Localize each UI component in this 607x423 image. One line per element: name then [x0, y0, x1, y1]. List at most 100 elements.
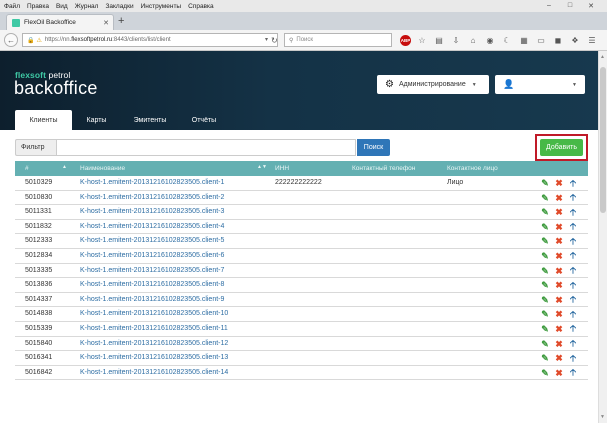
client-name-link[interactable]: K-host-1.emitent-20131216102823505.clien… — [80, 354, 228, 361]
sync-icon[interactable]: ☾ — [499, 34, 515, 47]
menu-bookmarks[interactable]: Закладки — [105, 3, 133, 10]
arrow-up-icon[interactable]: 🡡 — [566, 367, 580, 379]
edit-icon[interactable]: ✎ — [538, 193, 552, 204]
edit-icon[interactable]: ✎ — [538, 295, 552, 306]
tab-cards[interactable]: Карты — [72, 110, 121, 130]
url-dropdown-icon[interactable]: ▾ — [265, 36, 268, 43]
edit-icon[interactable]: ✎ — [538, 368, 552, 379]
tab-close-icon[interactable]: ✕ — [103, 19, 109, 27]
scroll-up-icon[interactable]: ▲ — [600, 54, 605, 60]
arrow-up-icon[interactable]: 🡡 — [566, 207, 580, 218]
delete-icon[interactable]: ✖ — [552, 368, 566, 379]
delete-icon[interactable]: ✖ — [552, 236, 566, 247]
scroll-down-icon[interactable]: ▼ — [600, 414, 605, 420]
page-scrollbar[interactable]: ▲ ▼ — [598, 51, 607, 423]
column-header-phone[interactable]: Контактный телефон — [352, 165, 415, 172]
delete-icon[interactable]: ✖ — [552, 295, 566, 306]
delete-icon[interactable]: ✖ — [552, 222, 566, 233]
arrow-up-icon[interactable]: 🡡 — [566, 250, 580, 262]
new-tab-icon[interactable]: + — [118, 15, 124, 28]
tabs-icon[interactable]: ▦ — [516, 34, 532, 47]
client-name-link[interactable]: K-host-1.emitent-20131216102823505.clien… — [80, 237, 224, 244]
edit-icon[interactable]: ✎ — [538, 280, 552, 291]
client-name-link[interactable]: K-host-1.emitent-20131216102823505.clien… — [80, 223, 224, 230]
client-name-link[interactable]: K-host-1.emitent-20131216102823505.clien… — [80, 310, 228, 317]
menu-history[interactable]: Журнал — [75, 3, 99, 10]
client-name-link[interactable]: K-host-1.emitent-20131216102823505.clien… — [80, 281, 224, 288]
delete-icon[interactable]: ✖ — [552, 251, 566, 262]
reading-list-icon[interactable]: ▤ — [431, 34, 447, 47]
screenshot-icon[interactable]: ▭ — [533, 34, 549, 47]
search-button[interactable]: Поиск — [357, 139, 390, 156]
arrow-up-icon[interactable]: 🡡 — [566, 236, 580, 247]
pocket-icon[interactable]: ◉ — [482, 34, 498, 47]
delete-icon[interactable]: ✖ — [552, 266, 566, 277]
addon-icon[interactable]: ◼ — [550, 34, 566, 47]
tab-reports[interactable]: Отчёты — [179, 110, 229, 130]
menu-edit[interactable]: Правка — [27, 3, 49, 10]
arrow-up-icon[interactable]: 🡡 — [566, 323, 580, 335]
delete-icon[interactable]: ✖ — [552, 193, 566, 204]
column-header-inn[interactable]: ИНН — [275, 165, 289, 172]
menu-file[interactable]: Файл — [4, 3, 20, 10]
edit-icon[interactable]: ✎ — [538, 324, 552, 335]
arrow-up-icon[interactable]: 🡡 — [566, 192, 580, 204]
scrollbar-thumb[interactable] — [600, 67, 606, 213]
column-header-id[interactable]: # — [25, 165, 29, 172]
back-icon[interactable]: ← — [4, 33, 18, 47]
delete-icon[interactable]: ✖ — [552, 309, 566, 320]
arrow-up-icon[interactable]: 🡡 — [566, 294, 580, 306]
home-icon[interactable]: ⌂ — [465, 34, 481, 47]
client-name-link[interactable]: K-host-1.emitent-20131216102823505.clien… — [80, 325, 228, 332]
minimize-icon[interactable]: – — [542, 0, 556, 11]
menu-view[interactable]: Вид — [56, 3, 68, 10]
arrow-up-icon[interactable]: 🡡 — [566, 338, 580, 350]
user-dropdown-button[interactable]: 👤 ▼ — [495, 75, 585, 94]
filter-input[interactable] — [56, 139, 356, 156]
arrow-up-icon[interactable]: 🡡 — [566, 265, 580, 277]
edit-icon[interactable]: ✎ — [538, 178, 552, 189]
edit-icon[interactable]: ✎ — [538, 236, 552, 247]
delete-icon[interactable]: ✖ — [552, 178, 566, 189]
edit-icon[interactable]: ✎ — [538, 309, 552, 320]
tab-emitents[interactable]: Эмитенты — [121, 110, 179, 130]
arrow-up-icon[interactable]: 🡡 — [566, 178, 580, 189]
adblock-icon[interactable]: ABP — [400, 35, 411, 46]
delete-icon[interactable]: ✖ — [552, 339, 566, 350]
edit-icon[interactable]: ✎ — [538, 339, 552, 350]
hamburger-menu-icon[interactable]: ☰ — [584, 34, 600, 47]
client-name-link[interactable]: K-host-1.emitent-20131216102823505.clien… — [80, 296, 224, 303]
arrow-up-icon[interactable]: 🡡 — [566, 221, 580, 233]
arrow-up-icon[interactable]: 🡡 — [566, 280, 580, 291]
extension-icon[interactable]: ❖ — [567, 34, 583, 47]
client-name-link[interactable]: K-host-1.emitent-20131216102823505.clien… — [80, 194, 224, 201]
browser-tab[interactable]: FlexOil Backoffice ✕ — [6, 14, 114, 30]
menu-tools[interactable]: Инструменты — [141, 3, 182, 10]
delete-icon[interactable]: ✖ — [552, 280, 566, 291]
delete-icon[interactable]: ✖ — [552, 207, 566, 218]
edit-icon[interactable]: ✎ — [538, 266, 552, 277]
edit-icon[interactable]: ✎ — [538, 353, 552, 364]
arrow-up-icon[interactable]: 🡡 — [566, 353, 580, 364]
add-client-button[interactable]: Добавить — [540, 139, 583, 156]
delete-icon[interactable]: ✖ — [552, 324, 566, 335]
sort-asc-icon[interactable]: ▲ — [62, 164, 67, 170]
menu-help[interactable]: Справка — [188, 3, 214, 10]
column-header-contact[interactable]: Контактное лицо — [447, 165, 498, 172]
edit-icon[interactable]: ✎ — [538, 207, 552, 218]
sort-both-icon[interactable]: ▲▼ — [257, 164, 267, 170]
client-name-link[interactable]: K-host-1.emitent-20131216102823505.clien… — [80, 179, 224, 186]
column-header-name[interactable]: Наименование — [80, 165, 125, 172]
client-name-link[interactable]: K-host-1.emitent-20131216102823505.clien… — [80, 208, 224, 215]
edit-icon[interactable]: ✎ — [538, 251, 552, 262]
edit-icon[interactable]: ✎ — [538, 222, 552, 233]
admin-dropdown-button[interactable]: ⚙ Администрирование ▼ — [377, 75, 489, 94]
close-window-icon[interactable]: ✕ — [584, 0, 598, 11]
bookmark-star-icon[interactable]: ☆ — [414, 34, 430, 47]
tab-clients[interactable]: Клиенты — [15, 110, 72, 130]
download-icon[interactable]: ⇩ — [448, 34, 464, 47]
arrow-up-icon[interactable]: 🡡 — [566, 309, 580, 320]
browser-search-input[interactable]: ⚲ Поиск — [284, 33, 392, 47]
maximize-icon[interactable]: □ — [563, 0, 577, 11]
client-name-link[interactable]: K-host-1.emitent-20131216102823505.clien… — [80, 252, 224, 259]
